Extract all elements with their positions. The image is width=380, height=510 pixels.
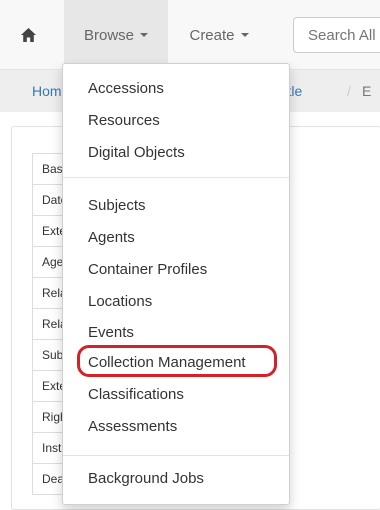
menu-item-assessments[interactable]: Assessments <box>88 418 177 435</box>
chevron-down-icon <box>140 33 149 37</box>
breadcrumb-separator: / <box>347 83 351 99</box>
menu-item-classifications[interactable]: Classifications <box>88 386 184 403</box>
menu-item-resources[interactable]: Resources <box>88 112 160 129</box>
create-label: Create <box>189 26 235 44</box>
search-input[interactable] <box>293 17 380 53</box>
menu-item-collection-management[interactable]: Collection Management <box>88 354 246 371</box>
menu-item-agents[interactable]: Agents <box>88 229 135 246</box>
chevron-down-icon <box>240 33 249 37</box>
menu-item-subjects[interactable]: Subjects <box>88 197 146 214</box>
top-navbar: Browse Create <box>0 0 380 70</box>
menu-divider <box>63 455 289 456</box>
breadcrumb-current: E <box>362 83 372 99</box>
browse-dropdown-menu: Accessions Resources Digital Objects Sub… <box>62 63 290 505</box>
create-menu-toggle[interactable]: Create <box>174 0 264 70</box>
menu-item-events[interactable]: Events <box>88 324 134 341</box>
browse-menu-toggle[interactable]: Browse <box>64 0 168 70</box>
browse-label: Browse <box>83 26 135 44</box>
menu-item-background-jobs[interactable]: Background Jobs <box>88 470 204 487</box>
menu-item-digital-objects[interactable]: Digital Objects <box>88 144 185 161</box>
menu-item-container-profiles[interactable]: Container Profiles <box>88 261 207 278</box>
menu-item-locations[interactable]: Locations <box>88 293 152 310</box>
menu-divider <box>63 177 289 178</box>
home-button[interactable] <box>12 18 44 52</box>
home-icon <box>20 28 36 42</box>
menu-item-accessions[interactable]: Accessions <box>88 80 164 97</box>
